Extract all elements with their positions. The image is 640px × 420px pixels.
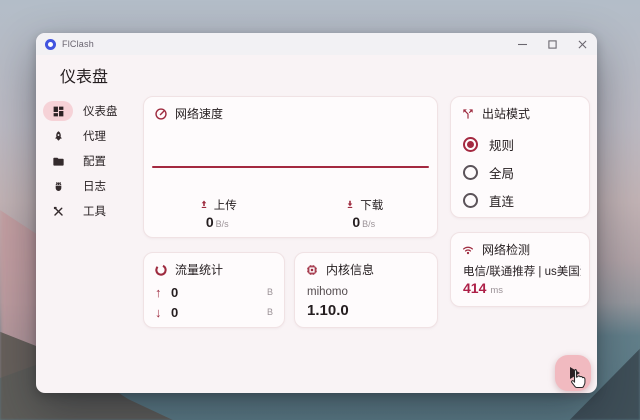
adb-bug-icon xyxy=(43,176,73,196)
card-title: 出站模式 xyxy=(482,105,530,122)
rocket-icon xyxy=(43,126,73,146)
wifi-icon xyxy=(461,243,475,257)
folder-icon xyxy=(43,151,73,171)
card-title: 流量统计 xyxy=(175,261,223,278)
play-icon xyxy=(570,367,580,379)
dashboard-icon xyxy=(43,101,73,121)
core-info-card: 内核信息 mihomo 1.10.0 xyxy=(294,252,438,328)
minimize-button[interactable] xyxy=(507,33,537,55)
card-title: 内核信息 xyxy=(326,261,374,278)
detect-provider[interactable]: 电信/联通推荐 | us美国洛杉... xyxy=(463,263,581,279)
download-icon xyxy=(344,199,356,211)
app-title: FlClash xyxy=(62,39,94,49)
chip-icon xyxy=(305,263,319,277)
traffic-download-row: ↓ 0 B xyxy=(155,304,273,320)
radio-selected-icon[interactable] xyxy=(463,137,478,152)
card-title: 网络检测 xyxy=(482,241,530,258)
sidebar-item-label: 配置 xyxy=(83,153,106,169)
radio-icon[interactable] xyxy=(463,193,478,208)
detect-latency: 414 ms xyxy=(463,280,503,296)
traffic-upload-row: ↑ 0 B xyxy=(155,284,273,300)
mode-option-direct[interactable]: 直连 xyxy=(463,192,514,208)
up-arrow-icon: ↑ xyxy=(155,285,171,300)
sidebar-item-proxy[interactable]: 代理 xyxy=(43,126,158,146)
traffic-up-value: 0 xyxy=(171,285,178,300)
upload-label: 上传 xyxy=(214,197,237,213)
mode-option-label: 全局 xyxy=(489,163,514,182)
page-title: 仪表盘 xyxy=(60,63,108,87)
maximize-icon xyxy=(548,40,557,49)
latency-value: 414 xyxy=(463,280,486,296)
latency-unit: ms xyxy=(490,285,503,296)
download-unit: B/s xyxy=(362,219,375,229)
window-controls xyxy=(507,33,597,55)
call-split-icon xyxy=(461,107,475,121)
start-proxy-fab[interactable] xyxy=(555,355,591,391)
app-logo-icon xyxy=(45,39,56,50)
tools-icon xyxy=(43,201,73,221)
minimize-icon xyxy=(518,40,527,49)
traffic-down-unit: B xyxy=(267,307,273,317)
speedometer-icon xyxy=(154,107,168,121)
sidebar-item-label: 仪表盘 xyxy=(83,103,118,119)
mode-option-label: 规则 xyxy=(489,135,514,154)
sidebar-item-label: 代理 xyxy=(83,128,106,144)
close-button[interactable] xyxy=(567,33,597,55)
traffic-stats-card: 流量统计 ↑ 0 B ↓ 0 B xyxy=(143,252,285,328)
titlebar[interactable]: FlClash xyxy=(36,33,597,55)
core-name: mihomo xyxy=(307,286,348,298)
down-arrow-icon: ↓ xyxy=(155,305,171,320)
close-icon xyxy=(578,40,587,49)
mode-option-global[interactable]: 全局 xyxy=(463,164,514,180)
sidebar-item-tools[interactable]: 工具 xyxy=(43,201,158,221)
download-stat: 下载 0B/s xyxy=(291,197,438,230)
sidebar-item-profiles[interactable]: 配置 xyxy=(43,151,158,171)
upload-value: 0 xyxy=(206,214,214,230)
card-title: 网络速度 xyxy=(175,105,223,122)
mode-option-rule[interactable]: 规则 xyxy=(463,136,514,152)
desktop-wallpaper: FlClash 仪表盘 仪表盘 xyxy=(0,0,640,420)
traffic-down-value: 0 xyxy=(171,305,178,320)
radio-icon[interactable] xyxy=(463,165,478,180)
outbound-mode-card: 出站模式 规则 全局 直连 xyxy=(450,96,590,218)
maximize-button[interactable] xyxy=(537,33,567,55)
download-label: 下载 xyxy=(360,197,383,213)
network-speed-card: 网络速度 上传 0B/s 下载 0B/s xyxy=(143,96,438,238)
app-window: FlClash 仪表盘 仪表盘 xyxy=(36,33,597,393)
data-usage-icon xyxy=(154,263,168,277)
upload-stat: 上传 0B/s xyxy=(144,197,291,230)
core-version: 1.10.0 xyxy=(307,302,349,319)
sidebar-item-dashboard[interactable]: 仪表盘 xyxy=(43,101,158,121)
upload-unit: B/s xyxy=(216,219,229,229)
upload-icon xyxy=(198,199,210,211)
download-value: 0 xyxy=(352,214,360,230)
network-detect-card: 网络检测 电信/联通推荐 | us美国洛杉... 414 ms xyxy=(450,232,590,307)
sidebar-item-logs[interactable]: 日志 xyxy=(43,176,158,196)
traffic-up-unit: B xyxy=(267,287,273,297)
sidebar-item-label: 工具 xyxy=(83,203,106,219)
mode-option-label: 直连 xyxy=(489,191,514,210)
speed-chart-line xyxy=(152,166,429,168)
sidebar-item-label: 日志 xyxy=(83,178,106,194)
